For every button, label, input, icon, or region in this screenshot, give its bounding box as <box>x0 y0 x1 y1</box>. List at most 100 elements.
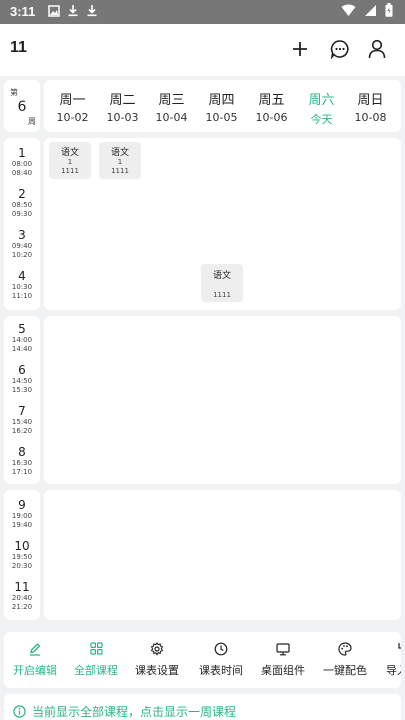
course-card-tue[interactable]: 语文 1 1111 <box>99 142 141 179</box>
period-end: 10:20 <box>11 251 33 259</box>
status-bar: 3:11 <box>0 0 405 24</box>
all-courses-notice[interactable]: 当前显示全部课程，点击显示一周课程 <box>4 694 401 720</box>
period-end: 20:30 <box>11 562 33 570</box>
toolbar-settings-button[interactable]: 课表设置 <box>126 632 188 688</box>
course-name: 语文 <box>110 148 129 158</box>
profile-icon[interactable] <box>364 36 390 62</box>
day-name: 周一 <box>59 93 86 108</box>
period-end: 14:40 <box>11 345 33 353</box>
toolbar-widget-button[interactable]: 桌面组件 <box>252 632 314 688</box>
period-start: 20:40 <box>11 594 33 602</box>
period-number: 6 <box>18 363 26 377</box>
period-4: 4 10:30 11:10 <box>4 269 40 301</box>
period-3: 3 09:40 10:20 <box>4 228 40 260</box>
period-2: 2 08:50 09:30 <box>4 187 40 219</box>
course-detail: 1 <box>117 158 123 166</box>
status-time: 3:11 <box>10 4 36 19</box>
toolbar-color-button[interactable]: 一键配色 <box>314 632 376 688</box>
period-number: 5 <box>18 322 26 336</box>
period-9: 9 19:00 19:40 <box>4 498 40 530</box>
toolbar-label: 课表设置 <box>135 664 179 677</box>
day-date: 10-03 <box>106 111 139 124</box>
period-start: 14:50 <box>11 377 33 385</box>
battery-icon <box>385 3 393 22</box>
period-start: 09:40 <box>11 242 33 250</box>
course-card-thu[interactable]: 语文 1111 <box>201 264 243 302</box>
toolbar-label: 一键配色 <box>323 664 367 677</box>
course-card-mon[interactable]: 语文 1 1111 <box>49 142 91 179</box>
toolbar-label: 开启编辑 <box>13 664 57 677</box>
period-column: 5 14:00 14:40 6 14:50 15:30 7 15:40 16:20 8 16:… <box>4 316 40 484</box>
week-number: 6 <box>17 99 27 115</box>
edit-icon <box>4 642 66 656</box>
add-icon[interactable] <box>287 36 313 62</box>
day-date: 10-02 <box>56 111 89 124</box>
period-end: 19:40 <box>11 521 33 529</box>
toolbar-label: 导入 <box>386 664 401 677</box>
course-room: 1111 <box>61 167 79 175</box>
course-room: 1111 <box>213 291 231 299</box>
app-bar: 11 <box>0 24 405 76</box>
clock-icon <box>190 642 252 656</box>
period-column: 1 08:00 08:40 2 08:50 09:30 3 09:40 10:20 4 10:… <box>4 138 40 310</box>
toolbar-label: 桌面组件 <box>261 664 305 677</box>
toolbar-import-button[interactable]: 导入 <box>376 632 401 688</box>
week-indicator[interactable]: 第 6 周 <box>4 80 40 132</box>
period-end: 16:20 <box>11 427 33 435</box>
toolbar-edit-button[interactable]: 开启编辑 <box>4 632 66 688</box>
toolbar-all-courses-button[interactable]: 全部课程 <box>66 632 126 688</box>
palette-icon <box>314 642 376 656</box>
period-end: 11:10 <box>11 292 33 300</box>
day-date: 10-08 <box>354 111 387 124</box>
week-prefix: 第 <box>10 88 18 97</box>
week-header: 第 6 周 周一 10-02 周二 10-03 周三 10-04 周四 10-05 周五… <box>4 80 401 132</box>
period-5: 5 14:00 14:40 <box>4 322 40 354</box>
day-header-sun: 周日 10-08 <box>346 80 395 132</box>
period-number: 3 <box>18 228 26 242</box>
period-start: 15:40 <box>11 418 33 426</box>
period-number: 1 <box>18 146 26 160</box>
period-end: 08:40 <box>11 169 33 177</box>
period-1: 1 08:00 08:40 <box>4 146 40 178</box>
bottom-toolbar: 开启编辑 全部课程 课表设置 课表时间 桌面组件 一键配色 导入 <box>4 632 401 688</box>
period-number: 2 <box>18 187 26 201</box>
import-icon <box>376 642 401 656</box>
afternoon-grid[interactable] <box>44 316 401 484</box>
evening-grid[interactable] <box>44 490 401 620</box>
toolbar-label: 全部课程 <box>74 664 118 677</box>
day-header-mon: 周一 10-02 <box>48 80 97 132</box>
morning-grid[interactable]: 语文 1 1111 语文 1 1111 语文 1111 <box>44 138 401 310</box>
period-number: 10 <box>14 539 30 553</box>
period-start: 08:00 <box>11 160 33 168</box>
period-11: 11 20:40 21:20 <box>4 580 40 612</box>
period-number: 7 <box>18 404 26 418</box>
day-header-tue: 周二 10-03 <box>98 80 147 132</box>
day-name: 周四 <box>208 93 235 108</box>
period-start: 19:50 <box>11 553 33 561</box>
period-column: 9 19:00 19:40 10 19:50 20:30 11 20:40 21:20 <box>4 490 40 620</box>
toolbar-time-button[interactable]: 课表时间 <box>190 632 252 688</box>
period-number: 9 <box>18 498 26 512</box>
wifi-icon <box>341 4 356 22</box>
signal-icon <box>364 4 377 22</box>
monitor-icon <box>252 642 314 656</box>
period-7: 7 15:40 16:20 <box>4 404 40 436</box>
period-10: 10 19:50 20:30 <box>4 539 40 571</box>
evening-section: 9 19:00 19:40 10 19:50 20:30 11 20:40 21:20 <box>4 490 401 620</box>
course-name: 语文 <box>60 148 79 158</box>
period-number: 4 <box>18 269 26 283</box>
day-date: 10-05 <box>205 111 238 124</box>
chat-icon[interactable] <box>327 36 353 62</box>
period-end: 09:30 <box>11 210 33 218</box>
day-header-sat-today: 周六 今天 <box>297 80 346 132</box>
period-start: 19:00 <box>11 512 33 520</box>
gear-icon <box>126 642 188 656</box>
morning-section: 1 08:00 08:40 2 08:50 09:30 3 09:40 10:20 4 10:… <box>4 138 401 310</box>
period-start: 08:50 <box>11 201 33 209</box>
period-start: 16:30 <box>11 459 33 467</box>
notice-text: 当前显示全部课程，点击显示一周课程 <box>32 705 237 719</box>
schedule-title: 11 <box>10 39 27 56</box>
day-name: 周五 <box>258 93 285 108</box>
period-end: 21:20 <box>11 603 33 611</box>
day-header-wed: 周三 10-04 <box>147 80 196 132</box>
